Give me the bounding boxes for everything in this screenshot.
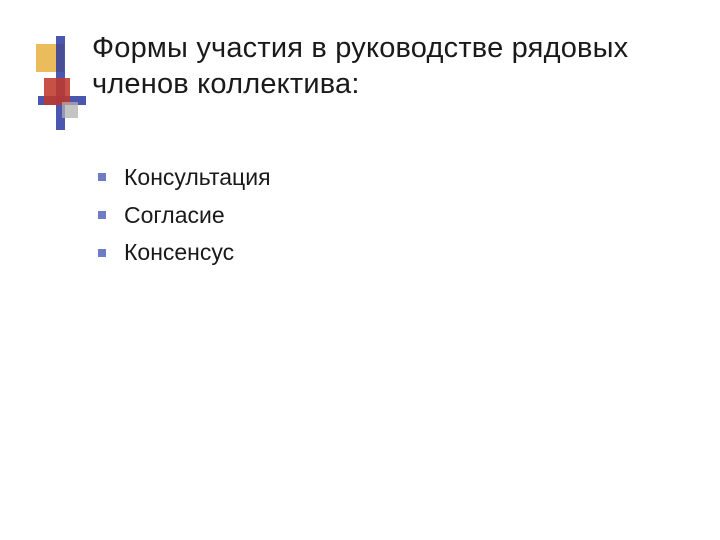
list-item-text: Консенсус	[124, 239, 234, 265]
decorative-logo	[36, 36, 86, 130]
list-item: Консенсус	[98, 235, 660, 271]
slide: Формы участия в руководстве рядовых член…	[0, 0, 720, 540]
list-item: Согласие	[98, 198, 660, 234]
slide-body: Консультация Согласие Консенсус	[98, 160, 660, 273]
list-item-text: Консультация	[124, 164, 271, 190]
list-item-text: Согласие	[124, 202, 225, 228]
slide-title: Формы участия в руководстве рядовых член…	[92, 30, 686, 103]
list-item: Консультация	[98, 160, 660, 196]
bullet-list: Консультация Согласие Консенсус	[98, 160, 660, 271]
